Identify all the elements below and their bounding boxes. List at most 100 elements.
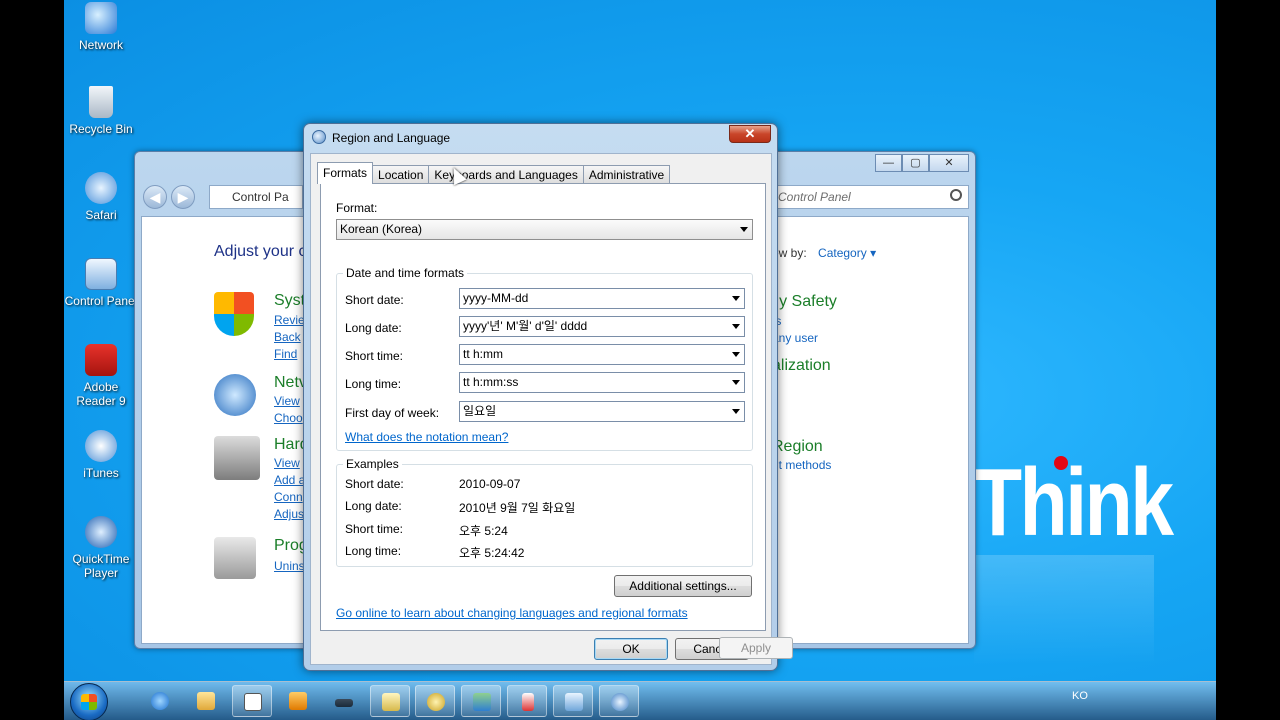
desktop-icon-label: QuickTime Player bbox=[72, 552, 130, 580]
think-logo-reflection bbox=[974, 555, 1154, 665]
taskbar-app[interactable] bbox=[324, 685, 364, 717]
taskbar-region-language[interactable] bbox=[599, 685, 639, 717]
short-time-label: Short time: bbox=[345, 349, 404, 363]
taskbar-app-4[interactable] bbox=[507, 685, 547, 717]
example-short-date-value: 2010-09-07 bbox=[459, 477, 521, 491]
notation-help-link[interactable]: What does the notation mean? bbox=[345, 430, 508, 444]
desktop-icon-network[interactable]: Network bbox=[64, 2, 138, 52]
safari-icon bbox=[85, 172, 117, 204]
short-date-value: yyyy-MM-dd bbox=[463, 291, 529, 305]
desktop-icon-itunes[interactable]: iTunes bbox=[64, 430, 138, 480]
category-link[interactable]: Choo bbox=[274, 411, 303, 425]
taskbar-control-panel[interactable] bbox=[553, 685, 593, 717]
additional-settings-button[interactable]: Additional settings... bbox=[614, 575, 752, 597]
format-label: Format: bbox=[336, 201, 378, 215]
start-button[interactable] bbox=[70, 683, 108, 720]
example-long-time-label: Long time: bbox=[345, 544, 402, 558]
search-placeholder: Control Panel bbox=[778, 190, 851, 204]
category-link[interactable]: Conn bbox=[274, 490, 303, 504]
app-icon bbox=[335, 699, 353, 707]
category-family-safety-title[interactable]: ily Safety bbox=[772, 293, 837, 311]
taskbar: KO bbox=[64, 681, 1216, 720]
format-dropdown[interactable]: Korean (Korea) bbox=[336, 219, 753, 240]
tab-strip: Formats Location Keyboards and Languages… bbox=[317, 162, 671, 184]
desktop-icon-adobe-reader[interactable]: Adobe Reader 9 bbox=[64, 344, 138, 408]
category-link[interactable]: Add a bbox=[274, 473, 305, 487]
ok-button[interactable]: OK bbox=[594, 638, 668, 660]
dialog-client: Formats Location Keyboards and Languages… bbox=[310, 153, 772, 665]
taskbar-explorer[interactable] bbox=[186, 685, 226, 717]
dialog-title: Region and Language bbox=[332, 131, 451, 145]
folder-icon bbox=[197, 692, 215, 710]
chevron-down-icon bbox=[732, 409, 740, 414]
long-date-dropdown[interactable]: yyyy'년' M'월' d'일' dddd bbox=[459, 316, 745, 337]
taskbar-internet-explorer[interactable] bbox=[140, 685, 180, 717]
first-day-of-week-dropdown[interactable]: 일요일 bbox=[459, 401, 745, 422]
short-date-dropdown[interactable]: yyyy-MM-dd bbox=[459, 288, 745, 309]
tab-location[interactable]: Location bbox=[372, 165, 430, 184]
category-link[interactable]: Revie bbox=[274, 313, 305, 327]
maximize-button[interactable]: ▢ bbox=[902, 154, 929, 172]
think-logo-text: Think bbox=[974, 449, 1174, 556]
region-language-dialog: Region and Language ✕ Formats Location K… bbox=[303, 123, 793, 671]
desktop-icon-label: Network bbox=[78, 38, 123, 52]
printer-icon bbox=[214, 436, 260, 480]
category-link[interactable]: Unins bbox=[274, 559, 305, 573]
desktop-icon-recycle-bin[interactable]: Recycle Bin bbox=[64, 86, 138, 136]
adobe-reader-icon bbox=[85, 344, 117, 376]
window-caption-buttons: — ▢ ✕ bbox=[875, 154, 969, 172]
close-button[interactable]: ✕ bbox=[929, 154, 969, 172]
network-globe-icon bbox=[214, 374, 256, 416]
itunes-icon bbox=[85, 430, 117, 462]
desktop-icon-safari[interactable]: Safari bbox=[64, 172, 138, 222]
example-short-time-value: 오후 5:24 bbox=[459, 524, 508, 538]
category-personalization-title[interactable]: alization bbox=[772, 357, 831, 375]
users-icon bbox=[473, 693, 491, 711]
desktop-icon-label: Control Panel bbox=[64, 294, 138, 308]
search-icon[interactable] bbox=[950, 189, 962, 201]
category-link[interactable]: View bbox=[274, 394, 300, 408]
category-link[interactable]: Back bbox=[274, 330, 301, 344]
apply-button[interactable]: Apply bbox=[719, 637, 793, 659]
chevron-down-icon[interactable]: ▾ bbox=[870, 246, 876, 260]
network-icon bbox=[85, 2, 117, 34]
minimize-button[interactable]: — bbox=[875, 154, 902, 172]
internet-explorer-icon bbox=[151, 692, 169, 710]
taskbar-calendar[interactable] bbox=[232, 685, 272, 717]
example-short-time-label: Short time: bbox=[345, 522, 404, 536]
taskbar-app-3[interactable] bbox=[461, 685, 501, 717]
chevron-down-icon bbox=[732, 380, 740, 385]
desktop-icon-control-panel[interactable]: Control Panel bbox=[64, 258, 138, 308]
search-input[interactable]: Control Panel bbox=[769, 185, 969, 209]
forward-button[interactable]: ▶ bbox=[171, 185, 195, 209]
face-icon bbox=[427, 693, 445, 711]
tab-formats[interactable]: Formats bbox=[317, 162, 374, 184]
tab-administrative[interactable]: Administrative bbox=[582, 165, 671, 184]
category-title[interactable]: Netv bbox=[274, 374, 307, 392]
category-link[interactable]: Adjus bbox=[274, 507, 304, 521]
category-link[interactable]: View bbox=[274, 456, 300, 470]
view-by-dropdown[interactable]: Category bbox=[818, 246, 867, 260]
messenger-icon bbox=[382, 693, 400, 711]
long-time-dropdown[interactable]: tt h:mm:ss bbox=[459, 372, 745, 393]
taskbar-media-player[interactable] bbox=[278, 685, 318, 717]
category-link[interactable]: Find bbox=[274, 347, 297, 361]
close-button[interactable]: ✕ bbox=[729, 125, 771, 143]
category-link[interactable]: any user bbox=[772, 331, 818, 345]
taskbar-app-2[interactable] bbox=[415, 685, 455, 717]
category-title[interactable]: Syst bbox=[274, 292, 305, 310]
online-help-link[interactable]: Go online to learn about changing langua… bbox=[336, 606, 688, 620]
language-indicator[interactable]: KO bbox=[1072, 690, 1088, 702]
desktop-icon-quicktime[interactable]: QuickTime Player bbox=[64, 516, 138, 580]
short-time-dropdown[interactable]: tt h:mm bbox=[459, 344, 745, 365]
short-time-value: tt h:mm bbox=[463, 347, 504, 361]
category-link[interactable]: ut methods bbox=[772, 458, 831, 472]
taskbar-messenger[interactable] bbox=[370, 685, 410, 717]
back-button[interactable]: ◀ bbox=[143, 185, 167, 209]
address-bar[interactable]: Control Pa bbox=[209, 185, 303, 209]
long-date-value: yyyy'년' M'월' d'일' dddd bbox=[463, 319, 588, 333]
media-player-icon bbox=[289, 692, 307, 710]
category-region-title[interactable]: Region bbox=[772, 438, 823, 456]
navigation-buttons: ◀ ▶ bbox=[143, 184, 195, 210]
desktop-icon-label: iTunes bbox=[83, 466, 119, 480]
